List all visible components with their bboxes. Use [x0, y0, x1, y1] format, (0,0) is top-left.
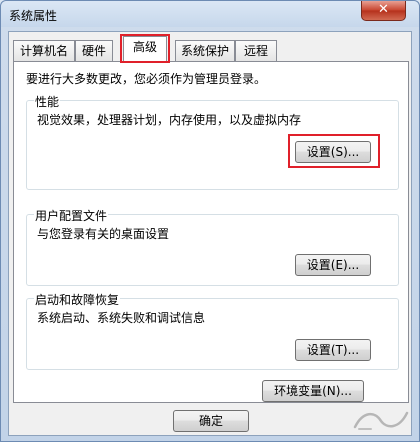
startup-recovery-group: 启动和故障恢复 系统启动、系统失败和调试信息 设置(T)...	[26, 291, 399, 370]
performance-settings-button[interactable]: 设置(S)...	[295, 141, 371, 163]
window-title: 系统属性	[9, 9, 58, 23]
system-properties-window: 系统属性 ✕ 计算机名 硬件 高级 系统保护 远程 要进行大多数更改，您必须作为…	[0, 0, 420, 442]
admin-note: 要进行大多数更改，您必须作为管理员登录。	[26, 72, 267, 86]
startup-recovery-description: 系统启动、系统失败和调试信息	[37, 311, 206, 325]
environment-variables-button[interactable]: 环境变量(N)...	[262, 380, 364, 402]
tab-label: 硬件	[81, 44, 106, 58]
tab-hardware[interactable]: 硬件	[75, 40, 113, 62]
ok-button[interactable]: 确定	[173, 410, 249, 432]
performance-description: 视觉效果，处理器计划，内存使用，以及虚拟内存	[37, 113, 302, 127]
tab-label: 远程	[243, 44, 268, 58]
user-profiles-description: 与您登录有关的桌面设置	[37, 227, 170, 241]
user-profiles-title: 用户配置文件	[34, 207, 109, 224]
title-bar: 系统属性 ✕	[1, 1, 419, 27]
watermark-logo	[353, 411, 409, 430]
tab-computer-name[interactable]: 计算机名	[13, 40, 75, 62]
tab-label: 高级	[132, 40, 157, 54]
tab-advanced[interactable]: 高级	[120, 34, 170, 63]
tab-strip: 计算机名 硬件 高级 系统保护 远程	[13, 34, 409, 63]
user-profiles-settings-button[interactable]: 设置(E)...	[295, 254, 371, 276]
startup-recovery-settings-button[interactable]: 设置(T)...	[295, 339, 371, 361]
performance-title: 性能	[34, 93, 61, 110]
dialog-client-area: 计算机名 硬件 高级 系统保护 远程 要进行大多数更改，您必须作为管理员登录。 …	[8, 31, 412, 436]
close-icon: ✕	[378, 2, 389, 17]
tab-system-protection[interactable]: 系统保护	[175, 40, 235, 62]
tab-label: 系统保护	[181, 44, 230, 58]
user-profiles-group: 用户配置文件 与您登录有关的桌面设置 设置(E)...	[26, 207, 399, 286]
startup-recovery-title: 启动和故障恢复	[34, 291, 121, 308]
advanced-tab-panel: 要进行大多数更改，您必须作为管理员登录。 性能 视觉效果，处理器计划，内存使用，…	[13, 61, 409, 403]
tab-remote[interactable]: 远程	[235, 40, 277, 62]
performance-group: 性能 视觉效果，处理器计划，内存使用，以及虚拟内存 设置(S)...	[26, 93, 399, 190]
close-button[interactable]: ✕	[361, 1, 406, 21]
tab-label: 计算机名	[19, 44, 68, 58]
